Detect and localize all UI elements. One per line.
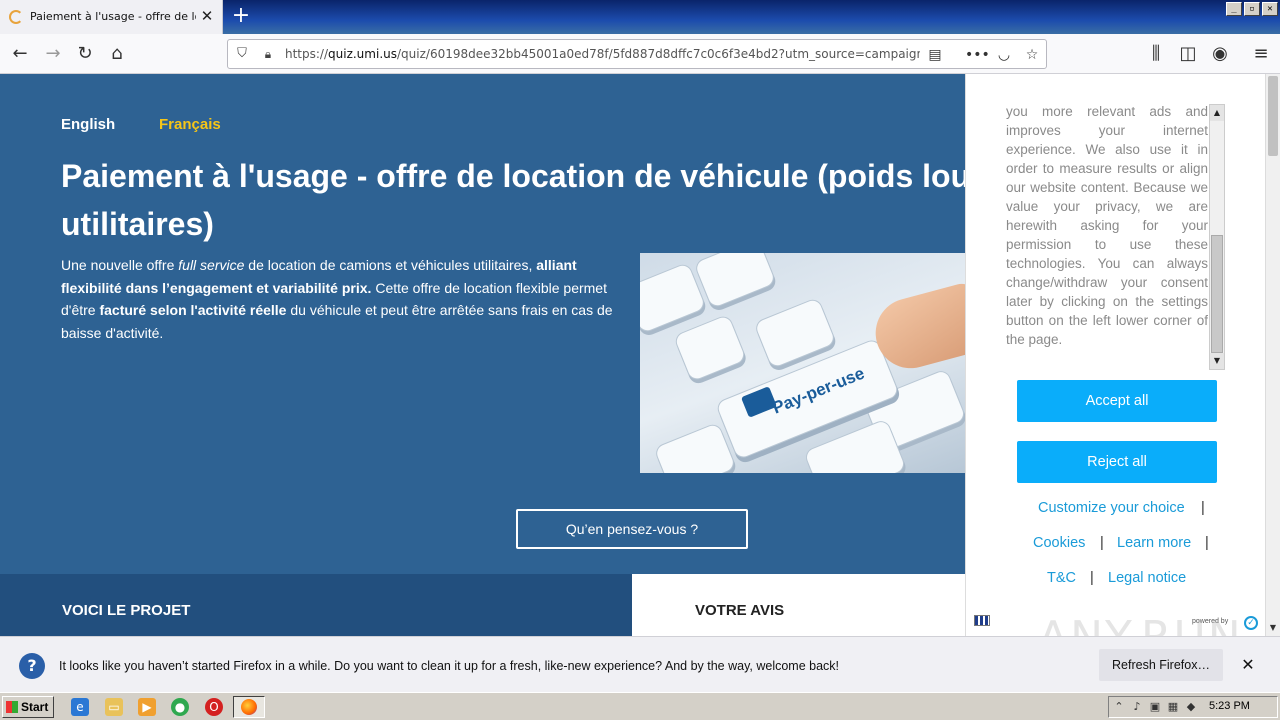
system-tray: ⌃ ♪ ▣ ▦ ◆ 5:23 PM bbox=[1108, 696, 1278, 718]
refresh-firefox-button[interactable]: Refresh Firefox… bbox=[1099, 649, 1223, 681]
firefox-icon bbox=[241, 699, 257, 715]
restore-button[interactable]: ▫ bbox=[1244, 2, 1260, 16]
taskbar-firefox[interactable] bbox=[233, 696, 265, 718]
lock-icon[interactable]: 🔒︎ bbox=[260, 46, 276, 62]
url-bar[interactable]: ⛉ 🔒︎ https://quiz.umi.us/quiz/60198dee32… bbox=[227, 39, 1047, 69]
page-scroll-thumb[interactable] bbox=[1268, 76, 1278, 156]
cookies-link[interactable]: Cookies bbox=[1033, 535, 1085, 551]
scroll-thumb[interactable] bbox=[1211, 235, 1223, 353]
clock: 5:23 PM bbox=[1209, 700, 1250, 712]
account-icon[interactable]: ◉ bbox=[1209, 43, 1231, 65]
opera-icon[interactable]: O bbox=[205, 698, 223, 716]
learn-more-link[interactable]: Learn more bbox=[1117, 535, 1191, 551]
tab-bar: Paiement à l'usage - offre de locatio ✕ … bbox=[0, 0, 1280, 34]
tab-title: Paiement à l'usage - offre de locatio bbox=[30, 10, 196, 23]
library-icon[interactable]: ⫼ bbox=[1145, 43, 1167, 65]
screen: Paiement à l'usage - offre de locatio ✕ … bbox=[0, 0, 1280, 720]
consent-text-box[interactable]: you more relevant ads and improves your … bbox=[1006, 102, 1208, 350]
reject-all-button[interactable]: Reject all bbox=[1017, 441, 1217, 483]
media-player-icon[interactable]: ▶ bbox=[138, 698, 156, 716]
url-text[interactable]: https://quiz.umi.us/quiz/60198dee32bb450… bbox=[285, 47, 920, 61]
separator: | bbox=[1090, 570, 1094, 586]
start-button[interactable]: Start bbox=[2, 696, 54, 718]
window-close-button[interactable]: ✕ bbox=[1262, 2, 1278, 16]
separator: | bbox=[1201, 500, 1205, 516]
consent-scrollbar[interactable]: ▲ ▼ bbox=[1209, 104, 1225, 370]
back-icon[interactable]: ← bbox=[9, 43, 31, 65]
tc-link[interactable]: T&C bbox=[1047, 570, 1076, 586]
folder-explorer-icon[interactable]: ▭ bbox=[105, 698, 123, 716]
bookmark-star-icon[interactable]: ☆ bbox=[1022, 45, 1042, 65]
project-heading: VOICI LE PROJET bbox=[62, 602, 191, 619]
lang-english-link[interactable]: English bbox=[61, 116, 115, 133]
shield-icon[interactable]: ⛉ bbox=[234, 46, 250, 62]
tray-arrow-icon[interactable]: ⌃ bbox=[1112, 700, 1126, 714]
project-section-header: VOICI LE PROJET bbox=[0, 574, 632, 636]
page-scrollbar[interactable]: ▼ bbox=[1265, 74, 1280, 636]
windows-logo-icon bbox=[6, 701, 18, 713]
home-icon[interactable]: ⌂ bbox=[106, 43, 128, 65]
navigation-bar: ← → ↻ ⌂ ⛉ 🔒︎ https://quiz.umi.us/quiz/60… bbox=[0, 34, 1280, 74]
pocket-icon[interactable]: ◡ bbox=[994, 45, 1014, 65]
customize-link[interactable]: Customize your choice bbox=[1038, 500, 1185, 516]
separator: | bbox=[1205, 535, 1209, 551]
notification-bar: ? It looks like you haven’t started Fire… bbox=[0, 636, 1280, 692]
volume-icon[interactable]: ♪ bbox=[1130, 700, 1144, 714]
keyboard-image: Pay-per-use bbox=[640, 253, 965, 473]
consent-text: you more relevant ads and improves your … bbox=[1006, 104, 1208, 347]
network-icon[interactable]: ▣ bbox=[1148, 700, 1162, 714]
forward-icon[interactable]: → bbox=[42, 43, 64, 65]
intro-paragraph: Une nouvelle offre full service de locat… bbox=[61, 257, 613, 341]
reload-icon[interactable]: ↻ bbox=[74, 43, 96, 65]
browser-tab[interactable]: Paiement à l'usage - offre de locatio ✕ bbox=[0, 0, 223, 34]
separator: | bbox=[1100, 535, 1104, 551]
page-title: Paiement à l'usage - offre de location d… bbox=[61, 158, 965, 242]
feedback-button[interactable]: Qu’en pensez-vous ? bbox=[516, 509, 748, 549]
accept-all-button[interactable]: Accept all bbox=[1017, 380, 1217, 422]
keyboard-icon[interactable]: ▦ bbox=[1166, 700, 1180, 714]
legal-notice-link[interactable]: Legal notice bbox=[1108, 570, 1186, 586]
notification-message: It looks like you haven’t started Firefo… bbox=[59, 659, 840, 673]
window-controls: _ ▫ ✕ bbox=[1226, 2, 1278, 16]
question-icon: ? bbox=[19, 653, 45, 679]
chrome-icon[interactable]: ● bbox=[171, 698, 189, 716]
shield-tray-icon[interactable]: ◆ bbox=[1184, 700, 1198, 714]
taskbar: Start e ▭ ▶ ● O ⌃ ♪ ▣ ▦ ◆ 5:23 PM bbox=[0, 692, 1280, 720]
scroll-up-icon[interactable]: ▲ bbox=[1210, 105, 1224, 121]
new-tab-button[interactable]: + bbox=[229, 3, 253, 29]
menu-icon[interactable]: ≡ bbox=[1250, 43, 1272, 65]
lang-french-link[interactable]: Français bbox=[159, 116, 221, 133]
cookie-consent-panel: you more relevant ads and improves your … bbox=[965, 74, 1265, 636]
scroll-down-icon[interactable]: ▼ bbox=[1210, 353, 1224, 369]
minimize-button[interactable]: _ bbox=[1226, 2, 1242, 16]
loading-icon bbox=[9, 10, 23, 24]
language-flag-icon[interactable] bbox=[974, 615, 990, 626]
check-logo-icon: ✓ bbox=[1244, 616, 1258, 630]
opinion-section-header: VOTRE AVIS bbox=[632, 574, 965, 636]
opinion-heading: VOTRE AVIS bbox=[695, 602, 785, 619]
page-content: English Français Paiement à l'usage - of… bbox=[0, 74, 965, 636]
reader-view-icon[interactable]: ▤ bbox=[925, 45, 945, 65]
page-actions-icon[interactable]: ••• bbox=[965, 45, 990, 65]
notification-close-button[interactable]: ✕ bbox=[1238, 653, 1258, 677]
ie-icon[interactable]: e bbox=[71, 698, 89, 716]
start-label: Start bbox=[21, 700, 49, 714]
sidebar-icon[interactable]: ◫ bbox=[1177, 43, 1199, 65]
page-scroll-down-icon[interactable]: ▼ bbox=[1266, 622, 1280, 634]
tab-close-button[interactable]: ✕ bbox=[198, 7, 216, 25]
